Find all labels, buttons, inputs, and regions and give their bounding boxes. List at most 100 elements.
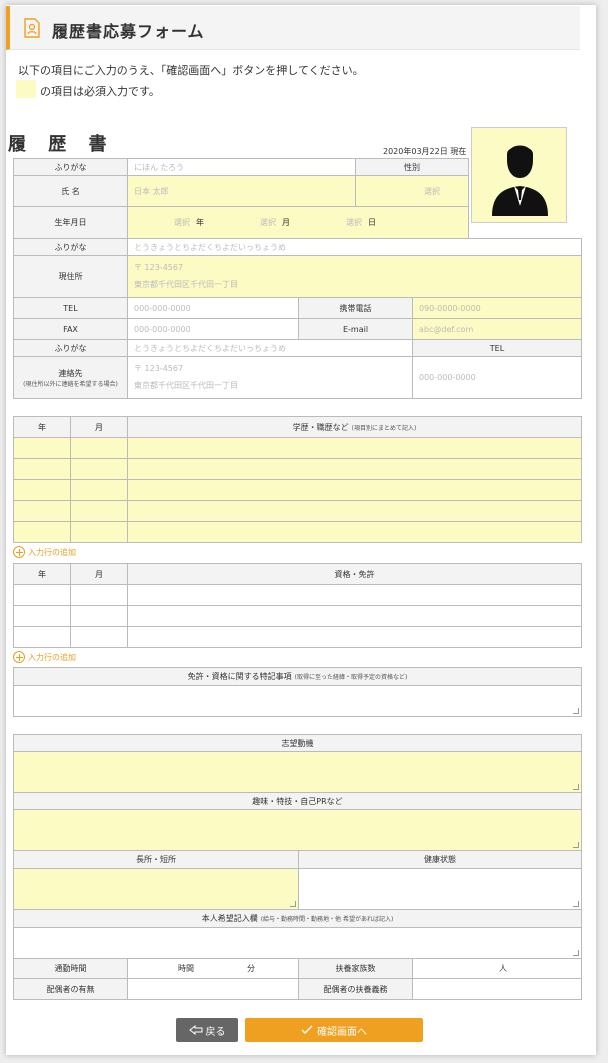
gender-select[interactable]: 選択: [355, 175, 469, 207]
contact-kana-input[interactable]: とうきょうとちよだくちよだいっちょうめ: [127, 339, 413, 357]
row-desc-input[interactable]: [127, 521, 582, 543]
label-spouse: 配偶者の有無: [13, 978, 128, 1000]
row-year-input[interactable]: [13, 584, 71, 606]
spouse-support-select[interactable]: [412, 978, 582, 1000]
wish-title: 本人希望記入欄: [201, 914, 258, 923]
history-add-row-button[interactable]: 入力行の追加: [13, 546, 76, 558]
commute-input[interactable]: 時間 分: [127, 958, 299, 979]
birth-year-unit: 年: [196, 218, 204, 227]
resize-grip-icon[interactable]: [573, 708, 579, 714]
row-year-input[interactable]: [13, 626, 71, 648]
row-year-input[interactable]: [13, 521, 71, 543]
photo-upload[interactable]: [471, 127, 567, 223]
strength-textarea[interactable]: [13, 868, 299, 910]
row-desc-input[interactable]: [127, 584, 582, 606]
row-year-input[interactable]: [13, 479, 71, 501]
confirm-button-label: 確認画面へ: [317, 1026, 367, 1038]
address-input[interactable]: 〒 123-4567 東京都千代田区千代田一丁目: [127, 255, 582, 298]
contact-tel-input[interactable]: 000-000-0000: [412, 356, 582, 399]
row-desc-input[interactable]: [127, 605, 582, 627]
email-input[interactable]: abc@def.com: [412, 318, 582, 340]
row-month-input[interactable]: [70, 437, 128, 459]
row-desc-input[interactable]: [127, 626, 582, 648]
license-add-row-button[interactable]: 入力行の追加: [13, 651, 76, 663]
row-desc-input[interactable]: [127, 458, 582, 480]
resize-grip-icon[interactable]: [573, 901, 579, 907]
row-year-input[interactable]: [13, 458, 71, 480]
tel-input[interactable]: 000-000-0000: [127, 297, 299, 319]
row-year-input[interactable]: [13, 500, 71, 522]
special-title: 免許・資格に関する特記事項: [187, 672, 292, 681]
label-addr-furigana: ふりがな: [13, 238, 128, 256]
fax-input[interactable]: 000-000-0000: [127, 318, 299, 340]
name-kana-input[interactable]: にほん たろう: [127, 158, 356, 176]
name-input[interactable]: 日本 太郎: [127, 175, 356, 207]
label-tel: TEL: [13, 297, 128, 319]
birth-month-select[interactable]: 選択: [260, 217, 276, 228]
gender-select-value: 選択: [424, 186, 440, 196]
row-desc-input[interactable]: [127, 479, 582, 501]
spouse-select[interactable]: [127, 978, 299, 1000]
label-dependents: 扶養家族数: [298, 958, 413, 979]
resize-grip-icon[interactable]: [573, 950, 579, 956]
label-furigana: ふりがな: [13, 158, 128, 176]
row-month-input[interactable]: [70, 584, 128, 606]
row-year-input[interactable]: [13, 605, 71, 627]
row-desc-input[interactable]: [127, 500, 582, 522]
label-mobile: 携帯電話: [298, 297, 413, 319]
label-email: E-mail: [298, 318, 413, 340]
label-contact-text: 連絡先: [58, 368, 83, 378]
birth-year-select[interactable]: 選択: [174, 217, 190, 228]
mobile-input[interactable]: 090-0000-0000: [412, 297, 582, 319]
required-swatch: [16, 80, 36, 98]
confirm-button[interactable]: 確認画面へ: [245, 1018, 423, 1042]
row-month-input[interactable]: [70, 521, 128, 543]
wish-textarea[interactable]: [13, 927, 582, 959]
label-contact: 連絡先 (現住所以外に連絡を希望する場合): [13, 356, 128, 399]
arrow-left-icon: [188, 1025, 202, 1035]
wish-note: (給与・勤務時間・勤務地・他 希望があれば記入): [260, 916, 394, 923]
license-col-month: 月: [70, 563, 128, 585]
history-add-row-label: 入力行の追加: [28, 547, 76, 557]
contact-address-text: 東京都千代田区千代田一丁目: [134, 381, 238, 390]
intro-text: 以下の項目にご入力のうえ、「確認画面へ」ボタンを押してください。: [18, 64, 364, 77]
row-month-input[interactable]: [70, 605, 128, 627]
motive-textarea[interactable]: [13, 751, 582, 793]
row-desc-input[interactable]: [127, 437, 582, 459]
label-name: 氏 名: [13, 175, 128, 207]
license-col-year: 年: [13, 563, 71, 585]
back-button[interactable]: 戻る: [176, 1018, 238, 1042]
contact-address-input[interactable]: 〒 123-4567 東京都千代田区千代田一丁目: [127, 356, 413, 399]
required-note: の項目は必須入力です。: [40, 85, 160, 98]
row-month-input[interactable]: [70, 458, 128, 480]
resize-grip-icon[interactable]: [290, 901, 296, 907]
health-textarea[interactable]: [298, 868, 582, 910]
contact-postal: 〒 123-4567: [134, 364, 184, 373]
resize-grip-icon[interactable]: [573, 842, 579, 848]
commute-minute-unit: 分: [247, 964, 255, 973]
row-month-input[interactable]: [70, 479, 128, 501]
resume-title: 履 歴 書: [8, 134, 115, 155]
plus-circle-icon: [13, 546, 25, 558]
label-gender: 性別: [355, 158, 469, 176]
addr-kana-input[interactable]: とうきょうとちよだくちよだいっちょうめ: [127, 238, 582, 256]
wish-header: 本人希望記入欄 (給与・勤務時間・勤務地・他 希望があれば記入): [13, 909, 582, 928]
special-header: 免許・資格に関する特記事項 (取得に至った経緯・取得予定の資格など): [13, 667, 582, 686]
row-month-input[interactable]: [70, 626, 128, 648]
birth-day-select[interactable]: 選択: [346, 217, 362, 228]
special-note: (取得に至った経緯・取得予定の資格など): [294, 674, 408, 681]
commute-hour-unit: 時間: [178, 964, 194, 973]
hobby-textarea[interactable]: [13, 809, 582, 851]
row-month-input[interactable]: [70, 500, 128, 522]
special-textarea[interactable]: [13, 685, 582, 717]
row-year-input[interactable]: [13, 437, 71, 459]
history-col-desc-note: (項目別にまとめて記入): [351, 424, 417, 432]
plus-circle-icon: [13, 651, 25, 663]
dependents-unit: 人: [499, 964, 507, 973]
dependents-input[interactable]: 人: [412, 958, 582, 979]
resize-grip-icon[interactable]: [573, 784, 579, 790]
history-col-desc: 学歴・職歴など (項目別にまとめて記入): [127, 416, 582, 438]
label-fax: FAX: [13, 318, 128, 340]
birth-row: 選択 年 選択 月 選択 日: [127, 206, 469, 239]
person-silhouette-icon: [492, 145, 548, 216]
